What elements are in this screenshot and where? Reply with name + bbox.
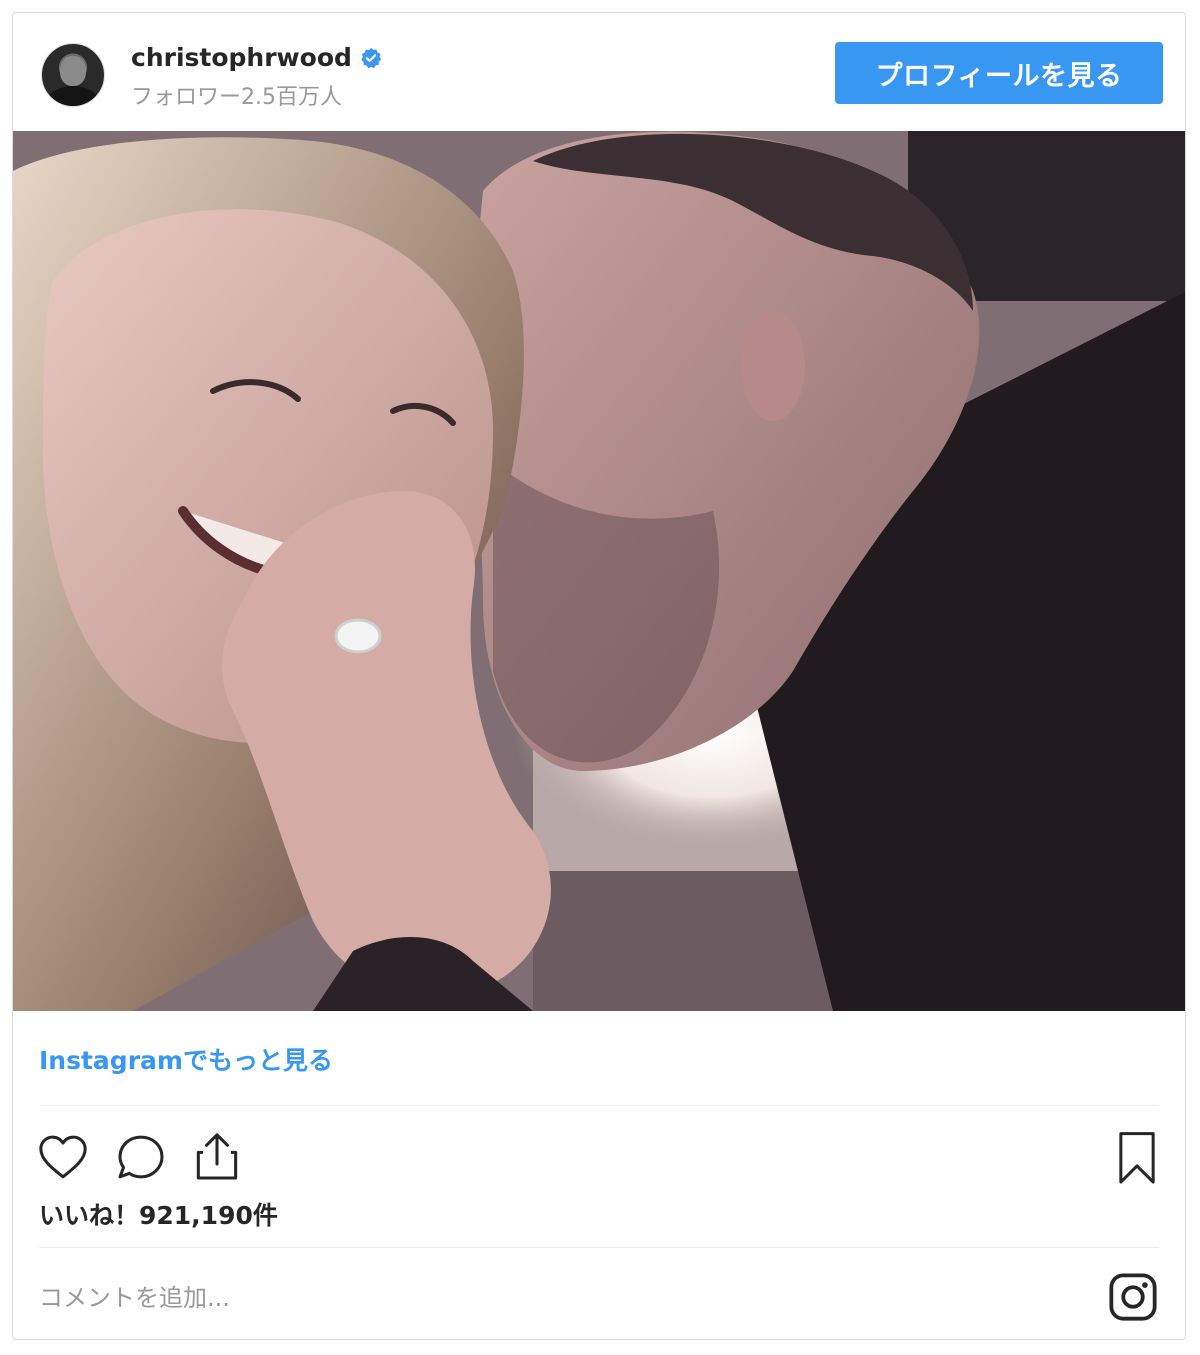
share-icon[interactable]: [189, 1129, 245, 1185]
instagram-embed-card: christophrwood フォロワー2.5百万人 プロフィールを見る Ins…: [12, 12, 1186, 1340]
avatar[interactable]: [41, 43, 105, 107]
comment-icon[interactable]: [113, 1129, 169, 1185]
heart-icon[interactable]: [35, 1129, 91, 1185]
more-on-instagram-link[interactable]: Instagramでもっと見る: [39, 1041, 333, 1077]
action-bar: [13, 1123, 1185, 1193]
comment-input[interactable]: コメントを追加...: [39, 1278, 230, 1313]
username[interactable]: christophrwood: [131, 43, 352, 72]
bookmark-icon[interactable]: [1109, 1129, 1165, 1189]
divider: [39, 1105, 1159, 1106]
instagram-icon[interactable]: [1107, 1271, 1159, 1323]
post-header: christophrwood フォロワー2.5百万人 プロフィールを見る: [13, 13, 1185, 131]
post-photo[interactable]: [13, 131, 1185, 1011]
photo-illustration: [13, 131, 1185, 1011]
username-row: christophrwood: [131, 43, 382, 72]
likes-count: いいね！921,190件: [39, 1201, 278, 1230]
view-profile-button[interactable]: プロフィールを見る: [835, 42, 1163, 104]
verified-badge-icon: [361, 47, 381, 68]
followers-count: フォロワー2.5百万人: [131, 85, 342, 110]
divider: [39, 1247, 1159, 1248]
